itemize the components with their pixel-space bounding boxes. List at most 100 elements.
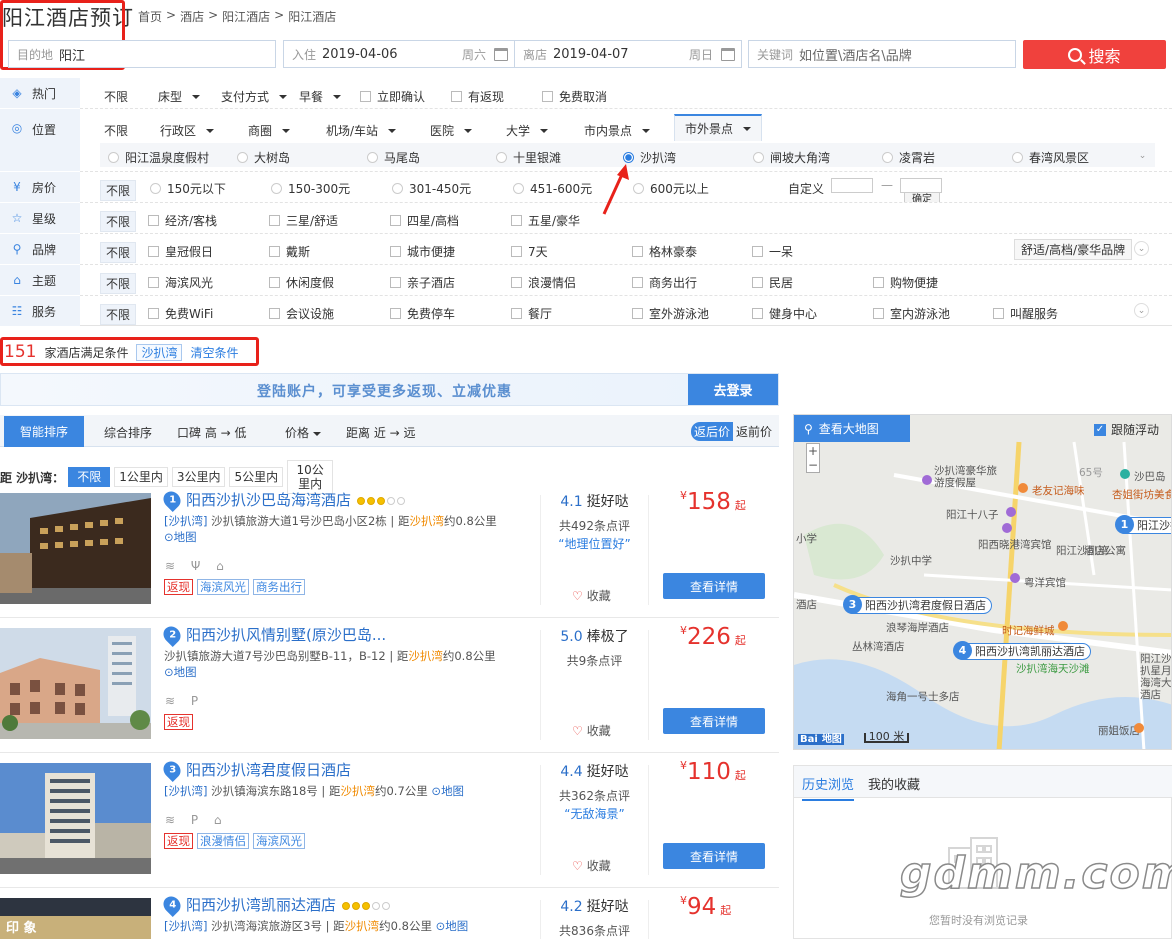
service-option-unlimited[interactable]: 不限 <box>100 304 137 325</box>
price-max-input[interactable] <box>900 178 942 193</box>
location-tab-business[interactable]: 商圈 <box>248 122 290 139</box>
location-tab-district[interactable]: 行政区 <box>160 122 214 139</box>
service-option[interactable]: 会议设施 <box>269 305 334 322</box>
price-option-unlimited[interactable]: 不限 <box>100 180 137 201</box>
follow-scroll-toggle[interactable]: ✓ 跟随浮动 <box>1093 421 1159 438</box>
map-hotel-pin[interactable]: 4 阳西沙扒湾凯丽达酒店 <box>953 641 1091 660</box>
location-tab-city-sights[interactable]: 市内景点 <box>584 122 650 139</box>
sort-rating[interactable]: 口碑 高 → 低 <box>177 424 247 441</box>
search-button[interactable]: 搜索 <box>1023 40 1166 69</box>
price-option[interactable]: 150-300元 <box>271 180 350 197</box>
theme-option[interactable]: 商务出行 <box>632 274 697 291</box>
service-option[interactable]: 室内游泳池 <box>873 305 950 322</box>
favorite-button[interactable]: ♡ 收藏 <box>572 857 611 874</box>
breadcrumb-yangjiang-hotel[interactable]: 阳江酒店 <box>222 8 270 25</box>
star-option[interactable]: 五星/豪华 <box>511 212 580 229</box>
price-option[interactable]: 451-600元 <box>513 180 592 197</box>
hot-option-instant-confirm[interactable]: 立即确认 <box>360 88 425 105</box>
hotel-photo[interactable] <box>0 493 151 604</box>
map-link[interactable]: ⊙地图 <box>431 784 464 798</box>
brand-option[interactable]: 7天 <box>511 243 548 260</box>
service-option[interactable]: 免费停车 <box>390 305 455 322</box>
hotel-name-link[interactable]: 阳西沙扒湾君度假日酒店 <box>186 759 351 780</box>
chevron-down-icon[interactable]: ⌄ <box>1135 148 1150 163</box>
service-option[interactable]: 室外游泳池 <box>632 305 709 322</box>
theme-option[interactable]: 休闲度假 <box>269 274 334 291</box>
hotel-photo[interactable]: 印 象 <box>0 898 151 939</box>
sort-distance[interactable]: 距离 近 → 远 <box>346 424 416 441</box>
brand-option[interactable]: 皇冠假日 <box>148 243 213 260</box>
view-details-button[interactable]: 查看详情 <box>663 573 765 599</box>
location-sub-option[interactable]: 十里银滩 <box>496 149 561 166</box>
map-link[interactable]: ⊙地图 <box>436 919 469 933</box>
brand-option[interactable]: 格林豪泰 <box>632 243 697 260</box>
map-link[interactable]: ⊙地图 <box>164 530 197 544</box>
star-option-unlimited[interactable]: 不限 <box>100 211 137 232</box>
price-mode-toggle[interactable]: 返后价 返前价 <box>690 422 775 441</box>
hotel-name-link[interactable]: 阳西沙扒湾凯丽达酒店 <box>186 894 391 915</box>
location-tab-outer-sights[interactable]: 市外景点 <box>674 114 763 141</box>
theme-option-unlimited[interactable]: 不限 <box>100 273 137 294</box>
service-option[interactable]: 叫醒服务 <box>993 305 1058 322</box>
hot-option-bed-type[interactable]: 床型 <box>158 88 200 105</box>
theme-option[interactable]: 亲子酒店 <box>390 274 455 291</box>
checkin-field[interactable]: 入住 2019-04-06 周六 <box>283 40 515 68</box>
map-zoom-control[interactable]: + − <box>806 443 820 473</box>
price-option[interactable]: 301-450元 <box>392 180 471 197</box>
price-after-cashback[interactable]: 返后价 <box>690 422 733 441</box>
price-before-cashback[interactable]: 返前价 <box>733 422 775 441</box>
chevron-down-icon[interactable]: ⌄ <box>1134 241 1149 256</box>
hot-option-free-cancel[interactable]: 免费取消 <box>542 88 607 105</box>
star-option[interactable]: 经济/客栈 <box>148 212 217 229</box>
favorite-button[interactable]: ♡ 收藏 <box>572 722 611 739</box>
login-button[interactable]: 去登录 <box>688 374 778 405</box>
map-hotel-pin[interactable]: 1阳江沙扒湾 <box>1115 515 1171 534</box>
price-option[interactable]: 600元以上 <box>633 180 709 197</box>
service-option[interactable]: 健身中心 <box>752 305 817 322</box>
location-tab-unlimited[interactable]: 不限 <box>104 122 128 139</box>
location-sub-option[interactable]: 大树岛 <box>237 149 290 166</box>
destination-field[interactable]: 目的地 阳江 <box>8 40 276 68</box>
location-tab-hospital[interactable]: 医院 <box>430 122 472 139</box>
map-hotel-pin[interactable]: 3 阳西沙扒湾君度假日酒店 <box>843 595 992 614</box>
hotel-photo[interactable] <box>0 763 151 874</box>
hot-option-breakfast[interactable]: 早餐 <box>299 88 341 105</box>
favorite-button[interactable]: ♡ 收藏 <box>572 587 611 604</box>
star-option[interactable]: 四星/高档 <box>390 212 459 229</box>
chevron-down-icon[interactable]: ⌄ <box>1134 303 1149 318</box>
brand-option[interactable]: 城市便捷 <box>390 243 455 260</box>
location-sub-option[interactable]: 凌霄岩 <box>882 149 935 166</box>
price-confirm-button[interactable]: 确定 <box>904 192 940 202</box>
theme-option[interactable]: 浪漫情侣 <box>511 274 576 291</box>
location-sub-option[interactable]: 春湾风景区 <box>1012 149 1089 166</box>
brand-category-dropdown[interactable]: 舒适/高档/豪华品牌 <box>1014 239 1133 260</box>
tab-history[interactable]: 历史浏览 <box>802 774 855 801</box>
location-tab-university[interactable]: 大学 <box>506 122 548 139</box>
service-option[interactable]: 餐厅 <box>511 305 552 322</box>
hotel-review-count[interactable]: 共492条点评 <box>541 517 648 534</box>
view-large-map-button[interactable]: ⚲ 查看大地图 <box>794 415 910 442</box>
hotel-name-link[interactable]: 阳西沙扒沙巴岛海湾酒店 <box>186 489 406 510</box>
service-option[interactable]: 免费WiFi <box>148 305 213 322</box>
hot-option-payment[interactable]: 支付方式 <box>221 88 287 105</box>
location-tab-airport[interactable]: 机场/车站 <box>326 122 396 139</box>
price-option[interactable]: 150元以下 <box>150 180 226 197</box>
breadcrumb-home[interactable]: 首页 <box>138 8 162 25</box>
brand-option[interactable]: 戴斯 <box>269 243 310 260</box>
hot-option-cashback[interactable]: 有返现 <box>451 88 504 105</box>
hotel-name-link[interactable]: 阳西沙扒风情别墅(原沙巴岛... <box>186 624 386 645</box>
theme-option[interactable]: 海滨风光 <box>148 274 213 291</box>
keyword-field[interactable]: 关键词 如位置\酒店名\品牌 <box>748 40 1016 68</box>
checkout-field[interactable]: 离店 2019-04-07 周日 <box>514 40 742 68</box>
location-sub-option[interactable]: 阳江温泉度假村 <box>108 149 209 166</box>
star-option[interactable]: 三星/舒适 <box>269 212 338 229</box>
tab-favorites[interactable]: 我的收藏 <box>868 774 920 793</box>
view-details-button[interactable]: 查看详情 <box>663 843 765 869</box>
view-details-button[interactable]: 查看详情 <box>663 708 765 734</box>
brand-option[interactable]: 一呆 <box>752 243 793 260</box>
price-min-input[interactable] <box>831 178 873 193</box>
hotel-review-count[interactable]: 共836条点评 <box>541 922 648 939</box>
hotel-review-count[interactable]: 共362条点评 <box>541 787 648 804</box>
hot-option-unlimited[interactable]: 不限 <box>104 88 128 105</box>
hotel-map[interactable]: ⚲ 查看大地图 ✓ 跟随浮动 + − 沙扒湾豪华旅游度假屋 老友记海味 沙巴岛 杏姐街… <box>793 414 1172 750</box>
